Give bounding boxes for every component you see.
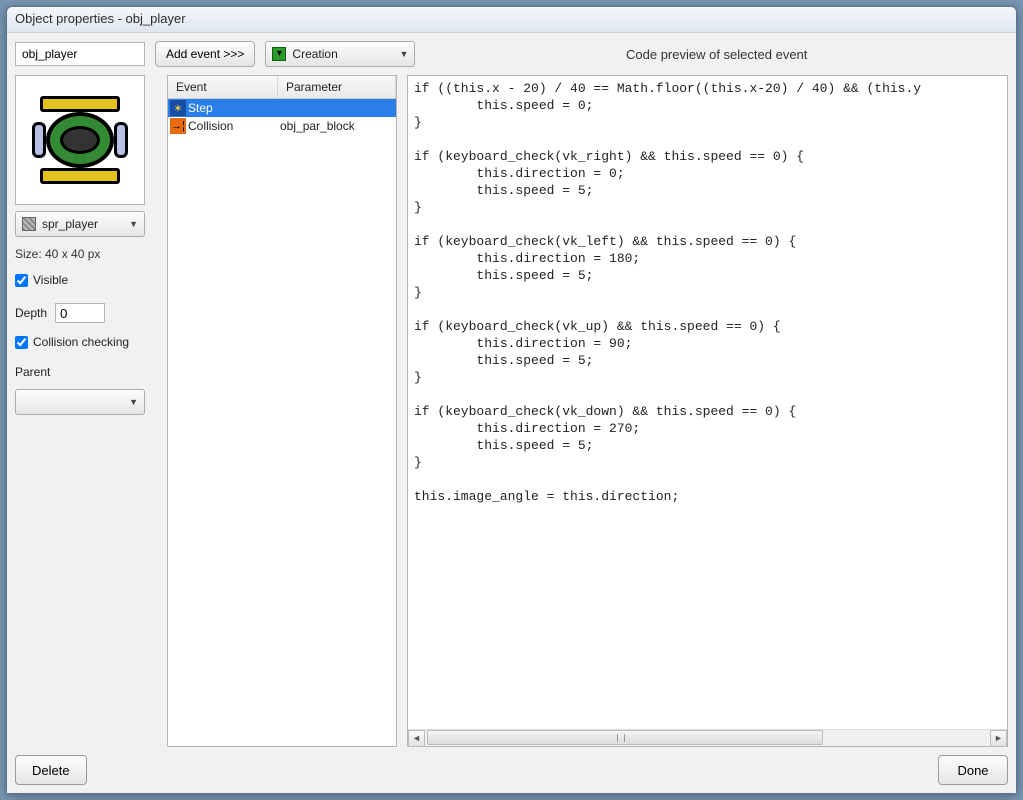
depth-label: Depth	[15, 306, 47, 320]
scroll-thumb[interactable]	[427, 730, 823, 745]
code-preview-text: if ((this.x - 20) / 40 == Math.floor((th…	[408, 76, 1007, 729]
sprite-select-combo[interactable]: spr_player ▼	[15, 211, 145, 237]
add-event-button[interactable]: Add event >>>	[155, 41, 255, 67]
event-type-combo[interactable]: ▾ Creation ▼	[265, 41, 415, 67]
visible-checkbox-input[interactable]	[15, 274, 28, 287]
event-list-header: Event Parameter	[168, 76, 396, 99]
collision-checkbox-input[interactable]	[15, 336, 28, 349]
event-name: Collision	[188, 119, 280, 133]
parent-label: Parent	[15, 365, 157, 379]
collision-checkbox-label: Collision checking	[33, 335, 129, 349]
visible-checkbox-label: Visible	[33, 273, 68, 287]
event-col-header[interactable]: Event	[168, 76, 278, 98]
collision-event-icon: →¦	[170, 118, 186, 134]
event-type-label: Creation	[292, 47, 393, 61]
collision-checkbox[interactable]: Collision checking	[15, 335, 157, 349]
chevron-down-icon: ▼	[129, 397, 138, 407]
done-button[interactable]: Done	[938, 755, 1008, 785]
object-name-input[interactable]	[15, 42, 145, 66]
sprite-preview	[15, 75, 145, 205]
depth-input[interactable]	[55, 303, 105, 323]
left-panel: spr_player ▼ Size: 40 x 40 px Visible De…	[15, 75, 157, 747]
parent-combo[interactable]: ▼	[15, 389, 145, 415]
sprite-icon	[30, 90, 130, 190]
event-row-step[interactable]: ✶ Step	[168, 99, 396, 117]
window-title: Object properties - obj_player	[7, 7, 1016, 33]
sprite-select-label: spr_player	[42, 217, 123, 231]
sprite-size-label: Size: 40 x 40 px	[15, 247, 157, 261]
client-area: Add event >>> ▾ Creation ▼ Code preview …	[7, 33, 1016, 793]
step-event-icon: ✶	[170, 100, 186, 116]
top-toolbar: Add event >>> ▾ Creation ▼ Code preview …	[15, 41, 1008, 67]
bottom-button-row: Delete Done	[15, 747, 1008, 785]
chevron-down-icon: ▼	[399, 49, 408, 59]
event-list-panel: Event Parameter ✶ Step →¦ Collision obj_…	[167, 75, 397, 747]
event-name: Step	[188, 101, 280, 115]
parameter-col-header[interactable]: Parameter	[278, 76, 396, 98]
chevron-down-icon: ▼	[129, 219, 138, 229]
event-row-collision[interactable]: →¦ Collision obj_par_block	[168, 117, 396, 135]
creation-icon: ▾	[272, 47, 286, 61]
scroll-left-button[interactable]: ◄	[408, 730, 425, 747]
scroll-track[interactable]	[425, 730, 990, 747]
code-panel: if ((this.x - 20) / 40 == Math.floor((th…	[407, 75, 1008, 747]
main-area: spr_player ▼ Size: 40 x 40 px Visible De…	[15, 75, 1008, 747]
event-parameter: obj_par_block	[280, 119, 396, 133]
sprite-thumb-icon	[22, 217, 36, 231]
delete-button[interactable]: Delete	[15, 755, 87, 785]
window-frame: Object properties - obj_player Add event…	[6, 6, 1017, 794]
code-preview-heading: Code preview of selected event	[425, 47, 1008, 62]
visible-checkbox[interactable]: Visible	[15, 273, 157, 287]
horizontal-scrollbar[interactable]: ◄ ►	[408, 729, 1007, 746]
event-rows: ✶ Step →¦ Collision obj_par_block	[168, 99, 396, 746]
scroll-right-button[interactable]: ►	[990, 730, 1007, 747]
